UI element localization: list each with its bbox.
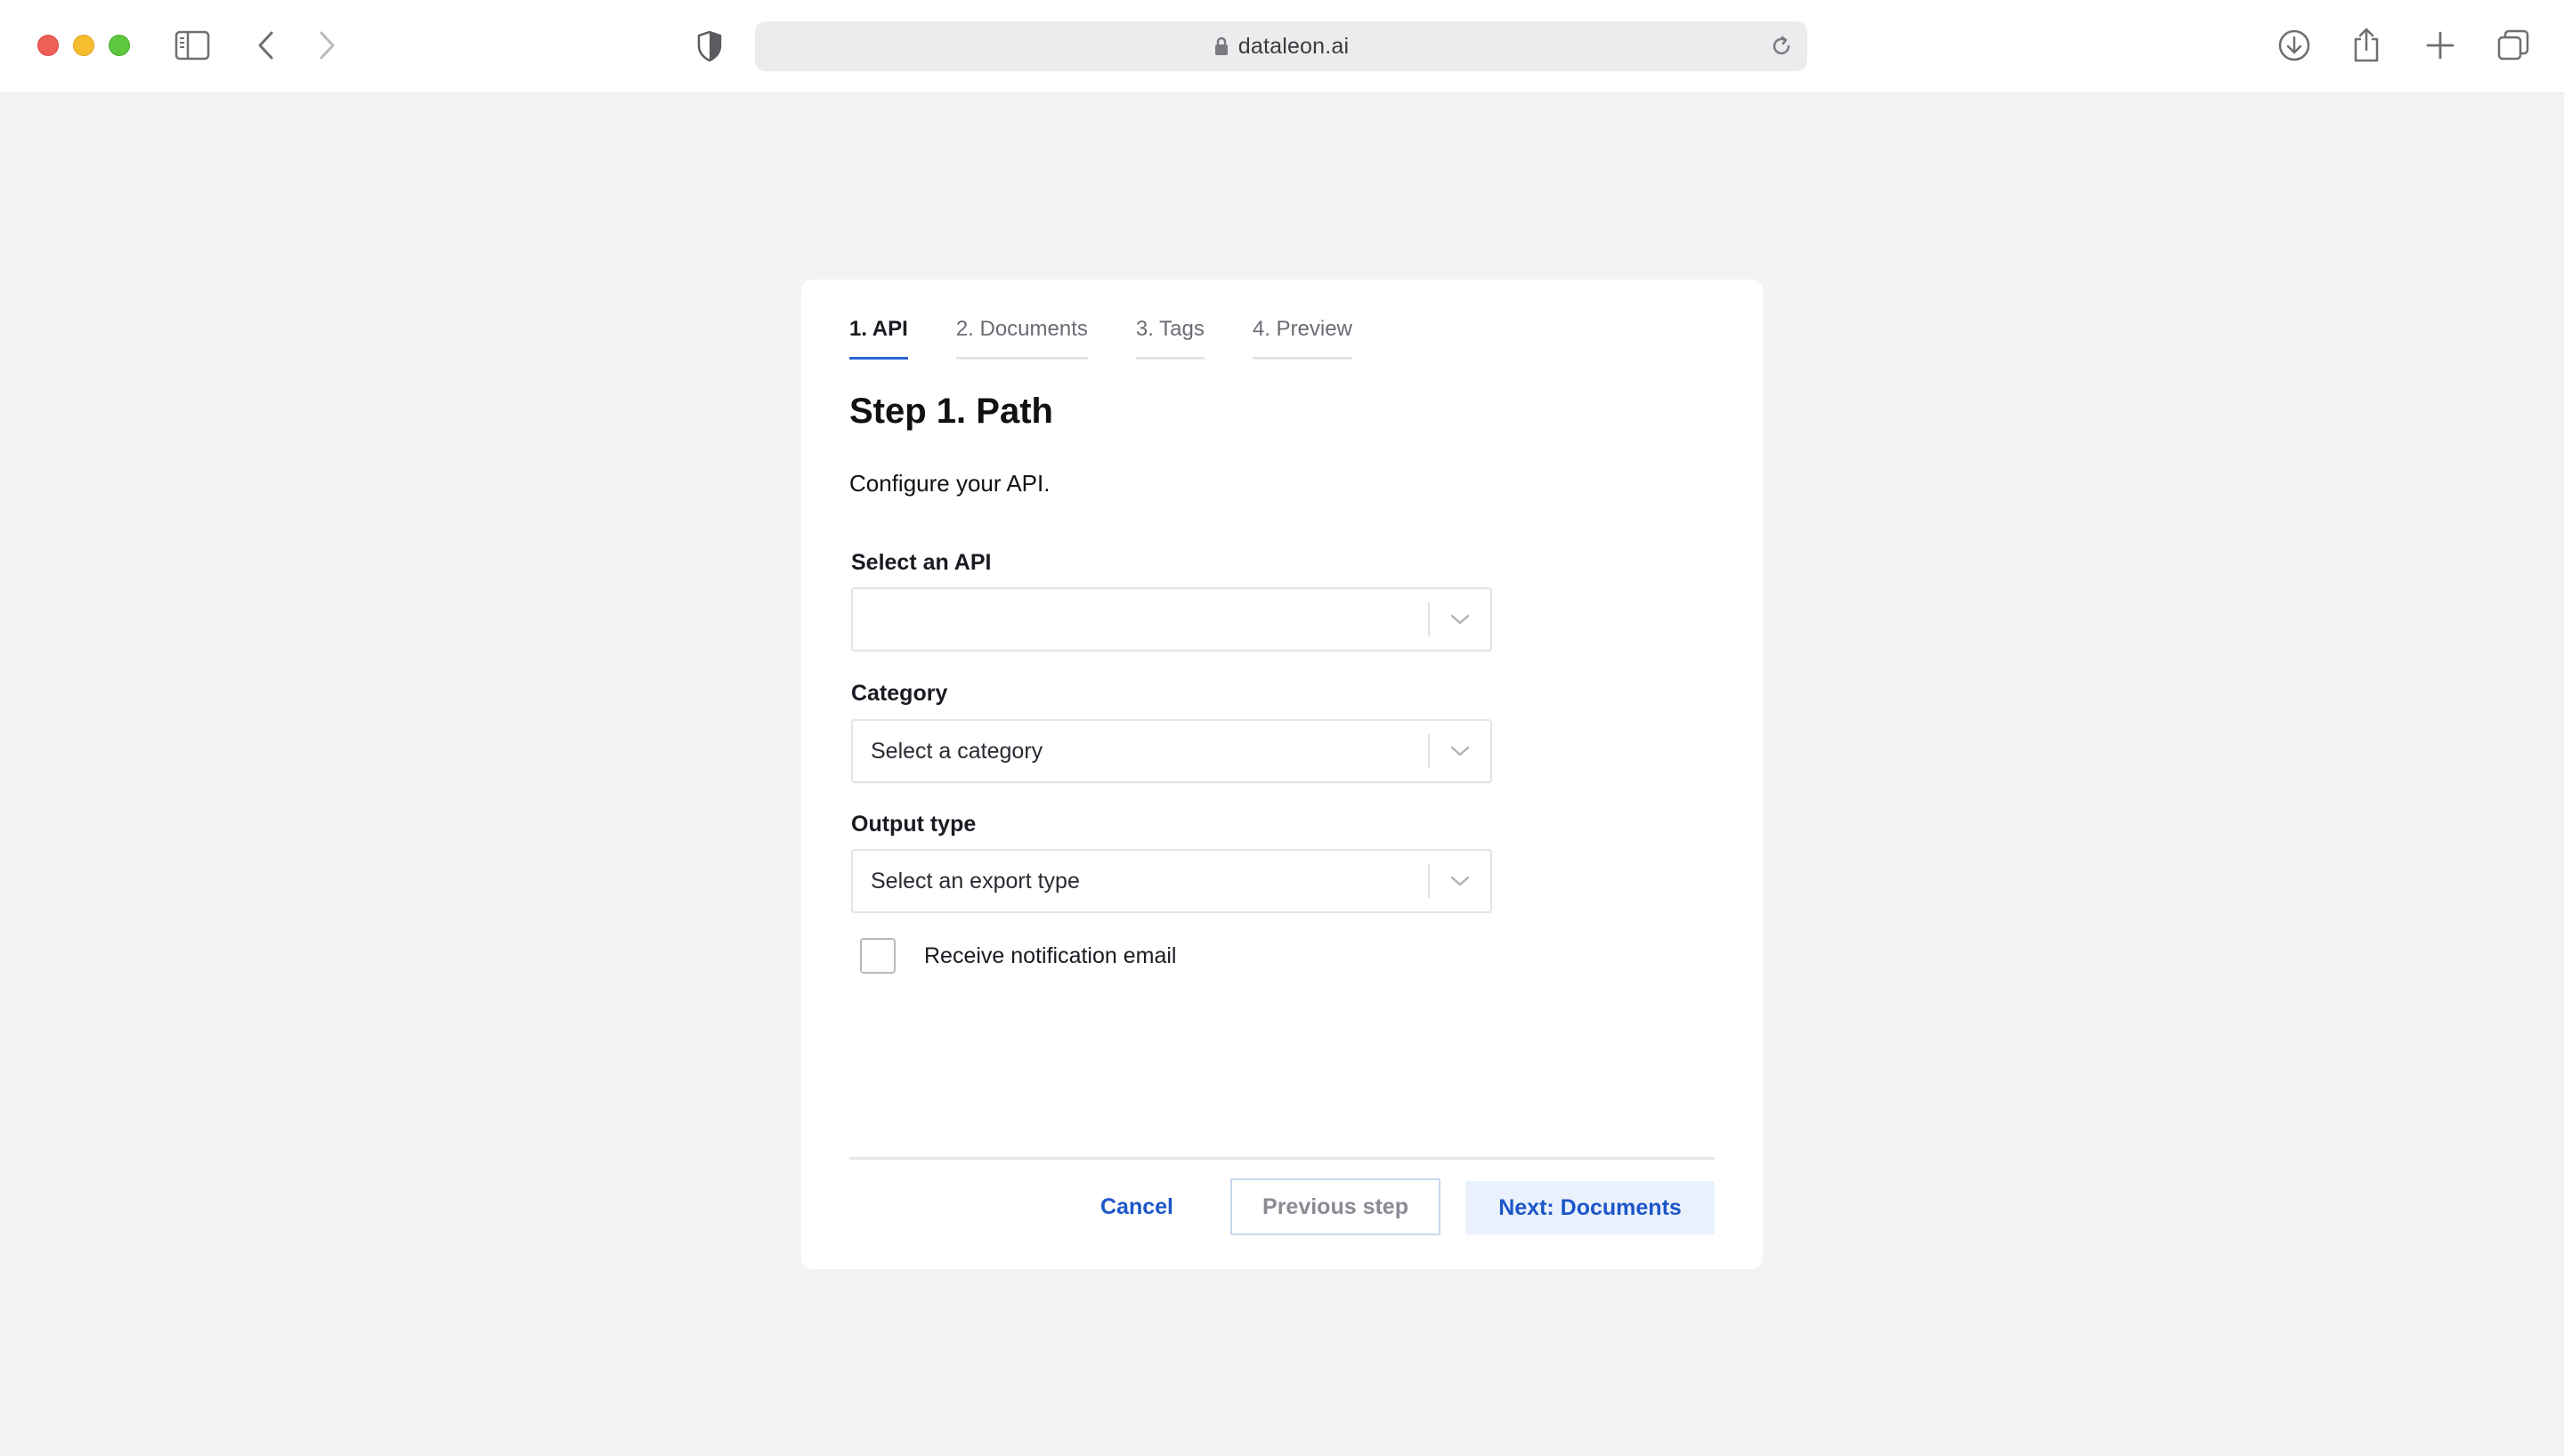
new-tab-icon[interactable] [2425,30,2455,61]
back-icon[interactable] [256,30,276,61]
tabs-overview-icon[interactable] [2496,28,2530,62]
address-bar[interactable]: dataleon.ai [755,21,1807,71]
minimize-window-button[interactable] [73,35,94,56]
notification-checkbox-label[interactable]: Receive notification email [924,943,1176,969]
close-window-button[interactable] [37,35,59,56]
share-icon[interactable] [2352,27,2381,62]
output-type-select[interactable]: Select an export type [851,849,1492,913]
notification-row: Receive notification email [860,938,1176,974]
category-select-placeholder: Select a category [871,738,1043,764]
download-icon[interactable] [2277,28,2311,62]
shield-icon[interactable] [696,30,723,62]
chevron-down-icon[interactable] [1430,613,1490,626]
chevron-down-icon[interactable] [1430,745,1490,757]
page-subtitle: Configure your API. [849,470,1051,497]
reload-icon[interactable] [1770,35,1793,62]
category-select[interactable]: Select a category [851,719,1492,783]
step-tabs: 1. API 2. Documents 3. Tags 4. Preview [849,317,1400,360]
browser-toolbar: dataleon.ai [0,0,2564,93]
next-documents-button[interactable]: Next: Documents [1465,1181,1715,1234]
wizard-card: 1. API 2. Documents 3. Tags 4. Preview S… [801,279,1763,1269]
lock-icon [1213,36,1229,57]
zoom-window-button[interactable] [109,35,130,56]
url-text: dataleon.ai [1237,33,1350,59]
sidebar-icon[interactable] [174,30,210,61]
api-select-label: Select an API [851,550,992,575]
tab-api[interactable]: 1. API [849,317,908,360]
notification-checkbox[interactable] [860,938,896,974]
page-title: Step 1. Path [849,392,1053,431]
category-select-label: Category [851,681,948,706]
footer-divider [849,1157,1715,1160]
output-type-label: Output type [851,812,977,837]
tab-documents[interactable]: 2. Documents [955,317,1088,360]
browser-window: dataleon.ai 1. API 2. Documents 3. Tags … [0,0,2564,1456]
forward-icon[interactable] [317,30,337,61]
previous-step-button[interactable]: Previous step [1230,1178,1440,1235]
cancel-button[interactable]: Cancel [1079,1178,1195,1235]
tab-preview[interactable]: 4. Preview [1252,317,1352,360]
api-select[interactable] [851,587,1492,651]
chevron-down-icon[interactable] [1430,875,1490,887]
output-type-placeholder: Select an export type [871,868,1080,894]
tab-tags[interactable]: 3. Tags [1135,317,1205,360]
